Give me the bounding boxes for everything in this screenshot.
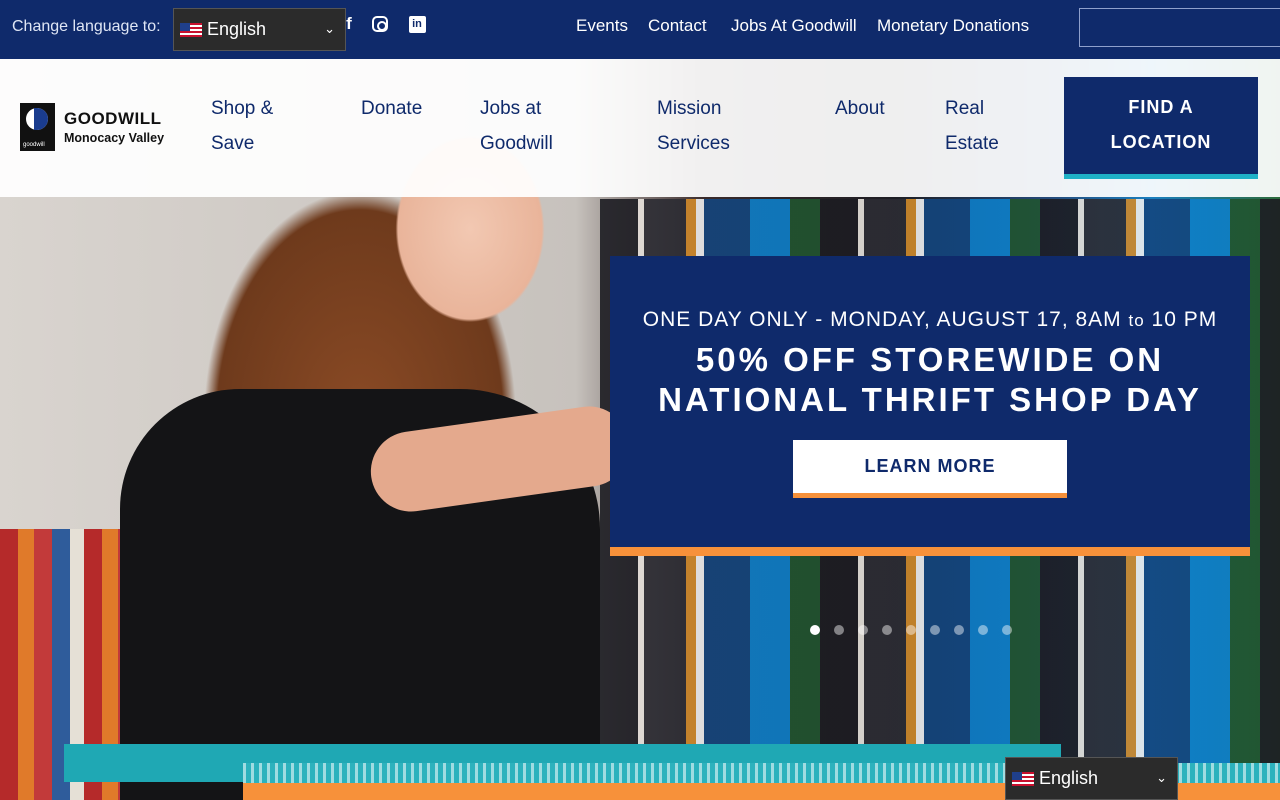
nav-item-shop-and-save[interactable]: Shop & Save bbox=[211, 91, 273, 161]
util-link-events[interactable]: Events bbox=[576, 16, 628, 36]
carousel-dot[interactable] bbox=[1002, 625, 1012, 635]
carousel-dot[interactable] bbox=[954, 625, 964, 635]
nav-label-line2: Save bbox=[211, 133, 255, 154]
nav-label-line1: Mission bbox=[657, 98, 722, 119]
nav-label-line2: Estate bbox=[945, 133, 999, 154]
promo-kicker-date: ONE DAY ONLY - MONDAY, AUGUST 17, 8AM bbox=[642, 308, 1129, 331]
carousel-dot[interactable] bbox=[978, 625, 988, 635]
goodwill-logo[interactable]: goodwill GOODWILL Monocacy Valley bbox=[20, 103, 164, 151]
language-label: Change language to: bbox=[12, 18, 161, 35]
nav-item-about[interactable]: About bbox=[835, 91, 885, 126]
floating-language-select[interactable]: English ⌄ bbox=[1005, 757, 1178, 800]
carousel-dot[interactable] bbox=[810, 625, 820, 635]
search-input[interactable] bbox=[1079, 8, 1280, 47]
floating-language-value: English bbox=[1039, 768, 1099, 788]
promo-title: 50% OFF STOREWIDE ON NATIONAL THRIFT SHO… bbox=[630, 340, 1230, 420]
nav-label-line1: Real bbox=[945, 98, 985, 119]
find-a-location-button[interactable]: FIND A LOCATION bbox=[1064, 77, 1258, 179]
nav-item-real-estate[interactable]: Real Estate bbox=[945, 91, 999, 161]
logo-mark-text: goodwill bbox=[23, 142, 45, 148]
us-flag-icon bbox=[180, 22, 202, 37]
nav-item-jobs-at-goodwill[interactable]: Jobs at Goodwill bbox=[480, 91, 553, 161]
logo-subtitle: Monocacy Valley bbox=[64, 130, 165, 145]
util-link-monetary-donations[interactable]: Monetary Donations bbox=[877, 16, 1029, 36]
carousel-dot[interactable] bbox=[906, 625, 916, 635]
promo-kicker-end: 10 PM bbox=[1144, 308, 1218, 331]
language-select-value: English bbox=[207, 19, 267, 39]
nav-item-donate[interactable]: Donate bbox=[361, 91, 422, 126]
learn-more-button[interactable]: LEARN MORE bbox=[793, 440, 1067, 498]
carousel-dot[interactable] bbox=[834, 625, 844, 635]
instagram-icon[interactable] bbox=[369, 13, 391, 35]
nav-item-mission-services[interactable]: Mission Services bbox=[657, 91, 730, 161]
carousel-dots bbox=[810, 625, 1012, 635]
promo-kicker: ONE DAY ONLY - MONDAY, AUGUST 17, 8AM to… bbox=[610, 308, 1250, 332]
linkedin-icon[interactable]: in bbox=[406, 13, 428, 35]
facebook-icon[interactable]: f bbox=[338, 13, 360, 35]
promo-title-line1: 50% OFF STOREWIDE ON bbox=[695, 341, 1165, 378]
logo-name: GOODWILL bbox=[64, 108, 162, 128]
carousel-dot[interactable] bbox=[858, 625, 868, 635]
util-link-contact[interactable]: Contact bbox=[648, 16, 707, 36]
nav-label-line2: Goodwill bbox=[480, 133, 553, 154]
nav-label-line1: Jobs at bbox=[480, 98, 542, 119]
chevron-down-icon: ⌄ bbox=[1156, 770, 1167, 785]
chevron-down-icon: ⌄ bbox=[324, 21, 335, 36]
promo-kicker-to: to bbox=[1128, 311, 1145, 330]
nav-label-line1: Donate bbox=[361, 98, 423, 119]
language-select[interactable]: English ⌄ bbox=[173, 8, 346, 51]
goodwill-logo-mark-icon: goodwill bbox=[20, 103, 55, 151]
promo-card: ONE DAY ONLY - MONDAY, AUGUST 17, 8AM to… bbox=[610, 256, 1250, 556]
promo-title-line2: NATIONAL THRIFT SHOP DAY bbox=[658, 381, 1202, 418]
us-flag-icon bbox=[1012, 771, 1034, 786]
nav-label-line1: Shop & bbox=[211, 98, 274, 119]
cta-line2: LOCATION bbox=[1110, 132, 1212, 152]
nav-label-line2: Services bbox=[657, 133, 730, 154]
top-utility-bar: Change language to: English ⌄ f in Event… bbox=[0, 0, 1280, 59]
carousel-dot[interactable] bbox=[882, 625, 892, 635]
util-link-jobs[interactable]: Jobs At Goodwill bbox=[731, 16, 857, 36]
nav-label-line1: About bbox=[835, 98, 885, 119]
logo-text: GOODWILL Monocacy Valley bbox=[64, 110, 164, 145]
cta-line1: FIND A bbox=[1128, 97, 1194, 117]
carousel-dot[interactable] bbox=[930, 625, 940, 635]
